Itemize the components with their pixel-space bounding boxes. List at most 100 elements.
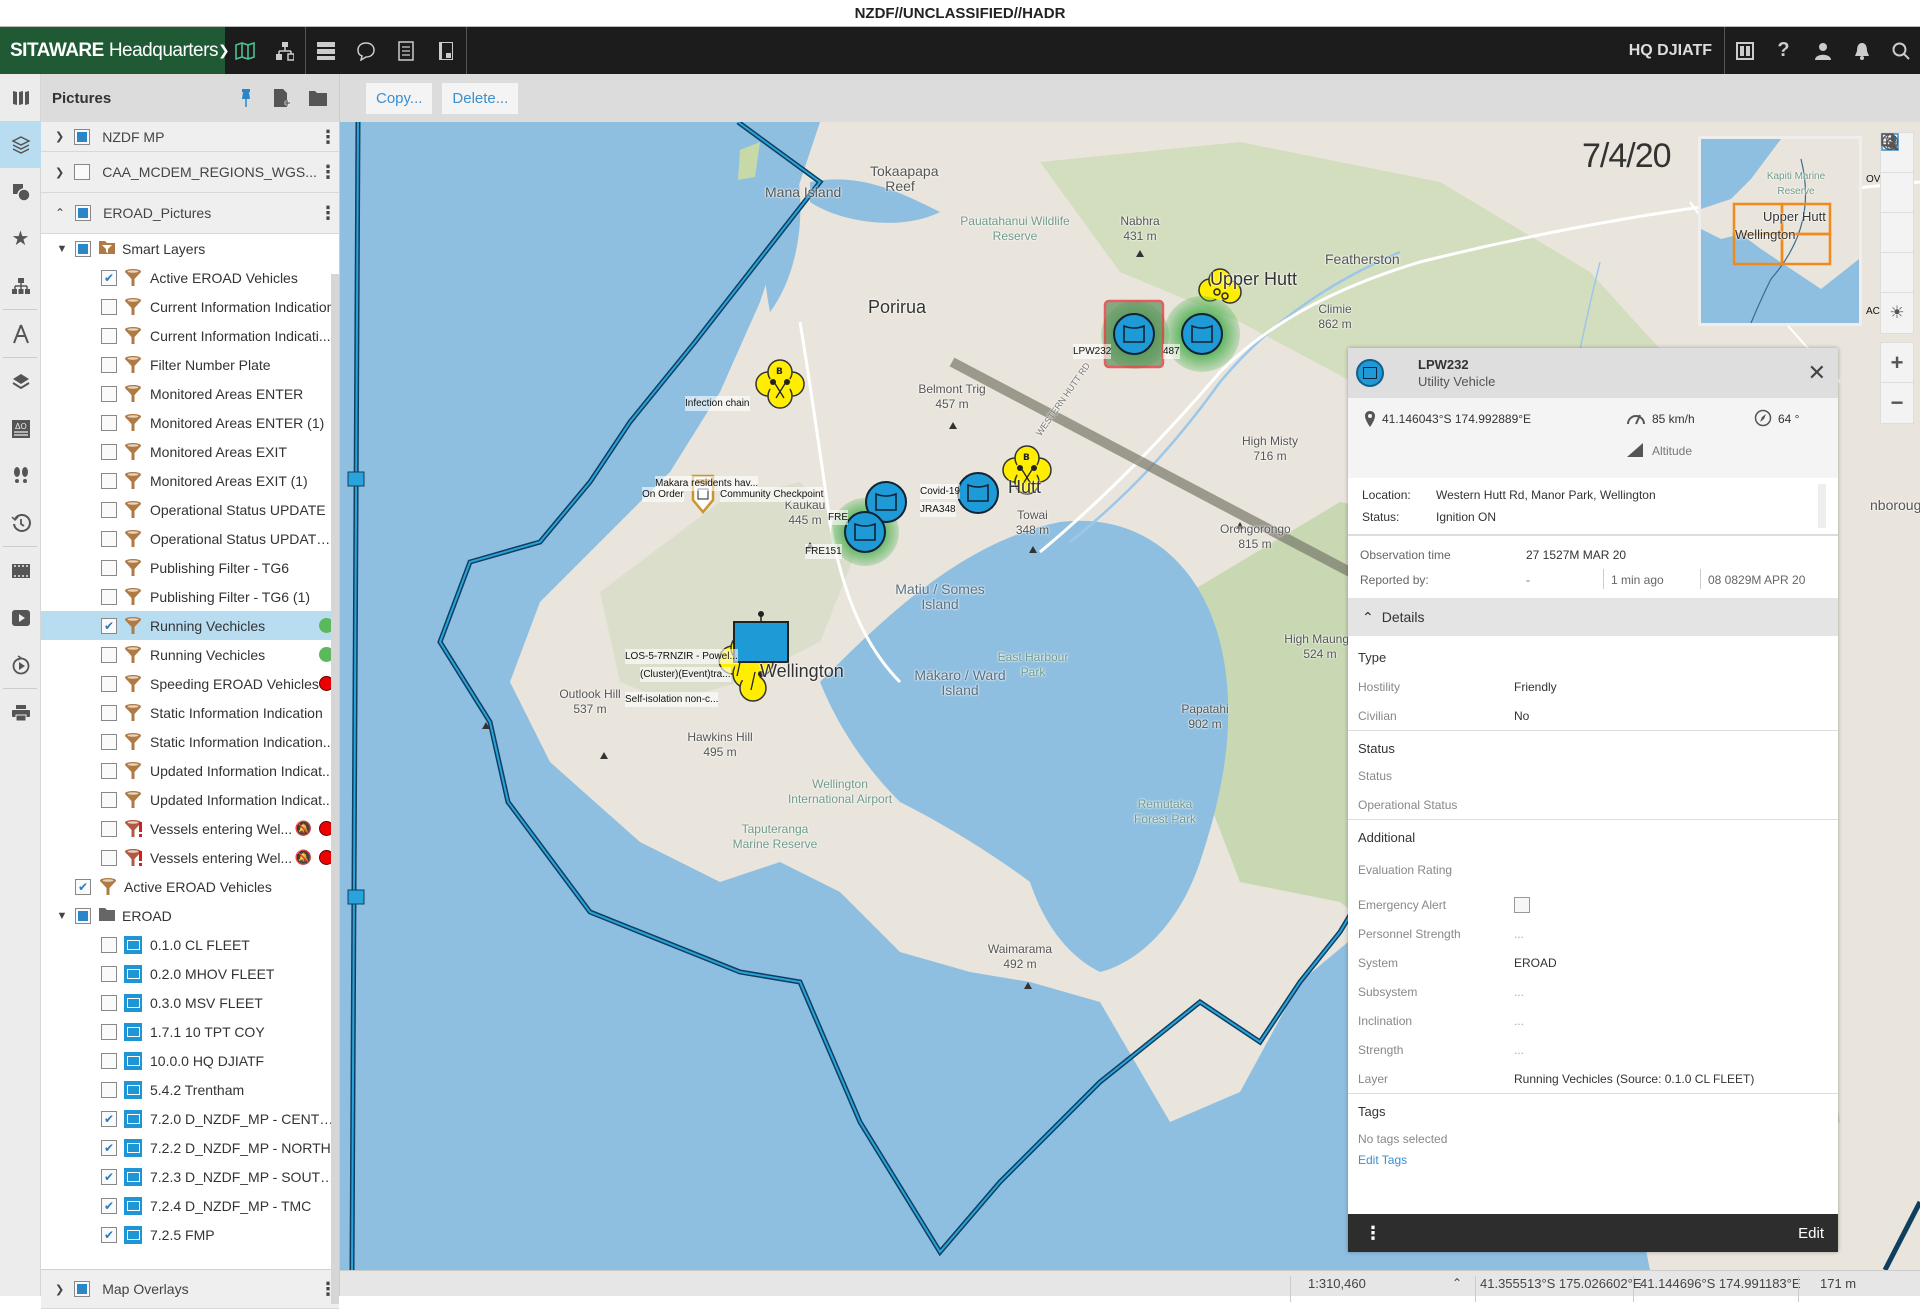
unit-checkbox[interactable] xyxy=(101,1168,117,1185)
unit-checkbox[interactable] xyxy=(101,994,117,1011)
panel-scrollbar[interactable] xyxy=(331,274,339,1304)
smart-layer-item[interactable]: Publishing Filter - TG6 (1) xyxy=(41,582,339,611)
smart-layer-item[interactable]: Current Information Indication xyxy=(41,292,339,321)
group-checkbox[interactable] xyxy=(75,205,92,221)
eroad-unit-item[interactable]: 5.4.2 Trentham xyxy=(41,1075,339,1104)
tree-checkbox[interactable] xyxy=(75,907,91,924)
smart-layer-item[interactable]: Publishing Filter - TG6 xyxy=(41,553,339,582)
chevron-down-icon[interactable]: ❯ xyxy=(55,166,64,179)
layer-checkbox[interactable] xyxy=(101,501,117,518)
layer-checkbox[interactable] xyxy=(101,675,117,692)
muted-bell-icon[interactable]: 🔕 xyxy=(295,820,312,837)
copy-button[interactable]: Copy... xyxy=(366,82,433,114)
smart-layer-item[interactable]: Updated Information Indicat... xyxy=(41,756,339,785)
emergency-alert-checkbox[interactable] xyxy=(1514,896,1530,913)
layer-checkbox[interactable] xyxy=(101,733,117,750)
edit-button[interactable]: Edit xyxy=(1798,1225,1824,1242)
symbol-table-icon[interactable]: ΔO xyxy=(0,405,41,452)
group-caa[interactable]: ❯ CAA_MCDEM_REGIONS_WGS... ⋮ xyxy=(41,152,339,193)
zoom-in-icon[interactable]: + xyxy=(1881,343,1913,383)
smart-layer-item[interactable]: Running Vechicles xyxy=(41,640,339,669)
map-scale[interactable]: 1:310,460 xyxy=(1308,1276,1366,1291)
unit-checkbox[interactable] xyxy=(101,1226,117,1243)
layers-stack-icon[interactable] xyxy=(0,358,41,405)
unit-checkbox[interactable] xyxy=(101,1023,117,1040)
app-brand-menu[interactable]: SITAWARE Headquarters ❯ xyxy=(0,27,230,74)
expand-triangle-icon[interactable]: ▼ xyxy=(55,243,69,255)
smart-layer-item[interactable]: Running Vechicles xyxy=(41,611,339,640)
layer-checkbox[interactable] xyxy=(101,704,117,721)
more-options-icon[interactable]: ⋮ xyxy=(317,204,339,222)
smart-layer-item[interactable]: Vessels entering Wel... 🔕 xyxy=(41,814,339,843)
folder-open-icon[interactable] xyxy=(307,87,329,109)
smart-layer-item[interactable]: Monitored Areas EXIT xyxy=(41,437,339,466)
eroad-unit-item[interactable]: 10.0.0 HQ DJIATF xyxy=(41,1046,339,1075)
overview-minimap[interactable]: Kapiti Marine Reserve Upper Hutt Welling… xyxy=(1698,136,1862,326)
book-icon[interactable] xyxy=(0,74,41,121)
smart-layer-item[interactable]: Speeding EROAD Vehicles xyxy=(41,669,339,698)
layers-icon[interactable] xyxy=(0,121,41,168)
select-area-icon[interactable] xyxy=(1881,133,1913,253)
panel-icon[interactable] xyxy=(426,27,466,74)
brightness-icon[interactable]: ☀ xyxy=(1881,293,1913,333)
zoom-area-icon[interactable] xyxy=(1881,133,1913,213)
tree-checkbox[interactable] xyxy=(75,878,91,895)
tree-active-eroad[interactable]: Active EROAD Vehicles xyxy=(41,872,339,901)
chevron-up-icon[interactable]: ⌃ xyxy=(1452,1276,1462,1290)
layer-checkbox[interactable] xyxy=(101,646,117,663)
layer-checkbox[interactable] xyxy=(101,762,117,779)
layer-checkbox[interactable] xyxy=(101,269,117,286)
hierarchy-icon[interactable] xyxy=(0,262,41,309)
eroad-unit-item[interactable]: 0.2.0 MHOV FLEET xyxy=(41,959,339,988)
map-icon[interactable] xyxy=(225,27,265,74)
layer-checkbox[interactable] xyxy=(101,791,117,808)
chevron-down-icon[interactable]: ❯ xyxy=(55,1283,64,1296)
hierarchy-icon[interactable] xyxy=(265,27,305,74)
smart-layer-item[interactable]: Vessels entering Wel... 🔕 xyxy=(41,843,339,872)
eroad-unit-item[interactable]: 1.7.1 10 TPT COY xyxy=(41,1017,339,1046)
eroad-unit-item[interactable]: 7.2.3 D_NZDF_MP - SOUTH... xyxy=(41,1162,339,1191)
new-picture-icon[interactable] xyxy=(271,87,293,109)
eroad-unit-item[interactable]: 7.2.4 D_NZDF_MP - TMC xyxy=(41,1191,339,1220)
film-icon[interactable] xyxy=(0,547,41,594)
smart-layer-item[interactable]: Monitored Areas ENTER (1) xyxy=(41,408,339,437)
zoom-out-icon[interactable]: − xyxy=(1881,383,1913,423)
pin-icon[interactable] xyxy=(235,87,257,109)
more-options-icon[interactable]: ⋮ xyxy=(317,163,339,181)
layout-icon[interactable] xyxy=(1725,27,1764,74)
edit-tags-link[interactable]: Edit Tags xyxy=(1348,1153,1838,1167)
layer-checkbox[interactable] xyxy=(101,298,117,315)
smart-layer-item[interactable]: Operational Status UPDATE ... xyxy=(41,524,339,553)
layer-checkbox[interactable] xyxy=(101,617,117,634)
layer-checkbox[interactable] xyxy=(101,385,117,402)
compass-draw-icon[interactable] xyxy=(0,310,41,357)
layer-checkbox[interactable] xyxy=(101,356,117,373)
unit-checkbox[interactable] xyxy=(101,1110,117,1127)
group-eroad-pictures[interactable]: ⌃ EROAD_Pictures ⋮ xyxy=(41,193,339,234)
layer-checkbox[interactable] xyxy=(101,443,117,460)
eroad-unit-item[interactable]: 0.1.0 CL FLEET xyxy=(41,930,339,959)
bell-icon[interactable] xyxy=(1842,27,1881,74)
group-checkbox[interactable] xyxy=(74,1281,91,1297)
group-nzdf-mp[interactable]: ❯ NZDF MP ⋮ xyxy=(41,122,339,152)
print-icon[interactable] xyxy=(0,689,41,736)
unit-checkbox[interactable] xyxy=(101,1197,117,1214)
smart-layer-item[interactable]: Monitored Areas EXIT (1) xyxy=(41,466,339,495)
chat-icon[interactable] xyxy=(346,27,386,74)
unit-checkbox[interactable] xyxy=(101,1052,117,1069)
unit-checkbox[interactable] xyxy=(101,1139,117,1156)
history-icon[interactable] xyxy=(0,499,41,546)
smart-layer-item[interactable]: Current Information Indicati... xyxy=(41,321,339,350)
group-checkbox[interactable] xyxy=(74,164,91,180)
replay-icon[interactable] xyxy=(0,641,41,688)
muted-bell-icon[interactable]: 🔕 xyxy=(295,849,312,866)
help-icon[interactable]: ? xyxy=(1764,27,1803,74)
layer-checkbox[interactable] xyxy=(101,849,117,866)
group-map-overlays[interactable]: ❯ Map Overlays ⋮ xyxy=(41,1269,339,1309)
eroad-unit-item[interactable]: 7.2.2 D_NZDF_MP - NORTH xyxy=(41,1133,339,1162)
layer-checkbox[interactable] xyxy=(101,530,117,547)
layer-checkbox[interactable] xyxy=(101,820,117,837)
expand-triangle-icon[interactable]: ▼ xyxy=(55,910,69,922)
eroad-unit-item[interactable]: 7.2.0 D_NZDF_MP - CENTRAL xyxy=(41,1104,339,1133)
chevron-up-icon[interactable]: ⌃ xyxy=(55,206,65,220)
